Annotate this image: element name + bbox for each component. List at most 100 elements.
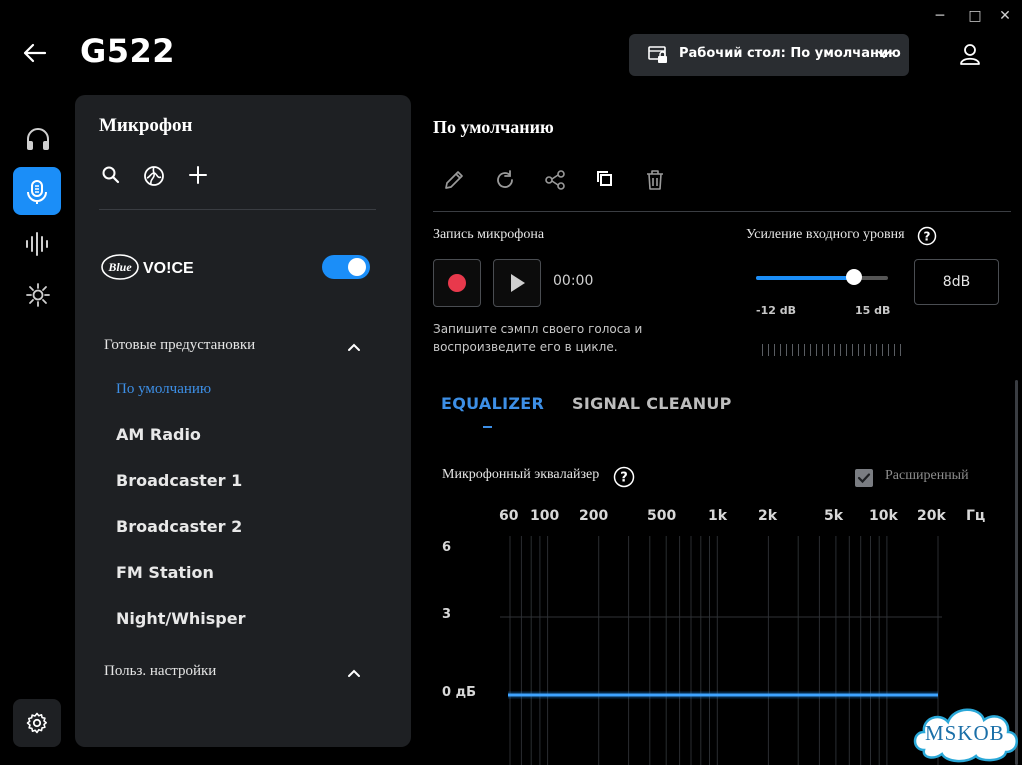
gear-icon <box>26 712 47 734</box>
meter-tick <box>870 344 871 356</box>
freq-label-1k: 1k <box>708 508 728 524</box>
settings-button[interactable] <box>13 699 61 747</box>
help-icon[interactable]: ? <box>613 466 635 488</box>
user-icon[interactable] <box>958 42 982 66</box>
preset-item-broadcaster-1[interactable]: Broadcaster 1 <box>116 471 242 490</box>
freq-label-10k: 10k <box>869 508 898 524</box>
freq-label-60: 60 <box>499 508 519 524</box>
recording-hint: Запишите сэмпл своего голоса и воспроизв… <box>433 322 643 354</box>
microphone-panel <box>75 95 411 747</box>
meter-tick <box>816 344 817 356</box>
toggle-knob <box>348 258 366 276</box>
community-presets-icon[interactable] <box>143 165 165 187</box>
gain-label: Усиление входного уровня <box>746 227 905 242</box>
close-button[interactable]: ✕ <box>995 6 1015 26</box>
copy-icon[interactable] <box>595 169 615 189</box>
rail-headphones[interactable] <box>13 115 61 163</box>
svg-text:?: ? <box>924 230 931 244</box>
panel-title: Микрофон <box>99 115 193 136</box>
input-level-meter <box>762 344 906 356</box>
meter-tick <box>792 344 793 356</box>
meter-tick <box>864 344 865 356</box>
desktop-lock-icon <box>648 46 667 63</box>
trash-icon[interactable] <box>645 169 665 191</box>
meter-tick <box>846 344 847 356</box>
arrow-left-icon <box>23 43 47 63</box>
record-button[interactable] <box>433 259 481 307</box>
search-icon[interactable] <box>101 165 121 185</box>
preset-item-default[interactable]: По умолчанию <box>116 381 211 398</box>
blue-voice-logo: Blue VO!CE <box>101 252 199 286</box>
meter-tick <box>840 344 841 356</box>
meter-tick <box>786 344 787 356</box>
maximize-button[interactable]: □ <box>965 6 985 26</box>
headphones-icon <box>27 128 49 150</box>
waveform-icon <box>26 232 48 256</box>
device-title: G522 <box>80 32 176 70</box>
preset-item-night-whisper[interactable]: Night/Whisper <box>116 609 245 628</box>
preset-item-broadcaster-2[interactable]: Broadcaster 2 <box>116 517 242 536</box>
minimize-button[interactable]: ─ <box>930 6 950 26</box>
rail-microphone[interactable] <box>13 167 61 215</box>
meter-tick <box>888 344 889 356</box>
meter-tick <box>774 344 775 356</box>
eq-grid <box>509 536 939 765</box>
checkmark-icon <box>857 473 871 484</box>
voice-brand-text: VO!CE <box>143 260 194 277</box>
meter-tick <box>834 344 835 356</box>
back-button[interactable] <box>22 40 48 72</box>
chevron-down-icon <box>878 51 890 59</box>
freq-label-5k: 5k <box>824 508 844 524</box>
meter-tick <box>852 344 853 356</box>
gain-value-text: 8dB <box>942 274 971 290</box>
meter-tick <box>858 344 859 356</box>
eq-graph[interactable] <box>500 536 945 765</box>
chevron-up-icon[interactable] <box>345 665 363 681</box>
plus-icon[interactable] <box>188 165 208 185</box>
eq-label: Микрофонный эквалайзер <box>442 467 600 482</box>
preset-item-fm-station[interactable]: FM Station <box>116 563 214 582</box>
freq-label-500: 500 <box>647 508 677 524</box>
help-icon[interactable]: ? <box>917 226 937 246</box>
gain-slider-handle[interactable] <box>846 269 862 285</box>
svg-text:?: ? <box>620 471 628 486</box>
meter-tick <box>804 344 805 356</box>
chevron-up-icon[interactable] <box>345 339 363 355</box>
preset-item-am-radio[interactable]: AM Radio <box>116 425 201 444</box>
share-icon[interactable] <box>544 169 566 191</box>
content-divider <box>433 211 1011 212</box>
active-tab-indicator <box>483 426 492 428</box>
panel-divider <box>99 209 376 210</box>
profile-dropdown[interactable]: Рабочий стол: По умолчанию <box>629 34 909 76</box>
sun-icon <box>26 283 50 307</box>
rail-sound-effects[interactable] <box>13 219 61 267</box>
gain-max-label: 15 dB <box>855 304 891 317</box>
reset-icon[interactable] <box>494 169 516 191</box>
gain-slider-fill <box>756 276 854 280</box>
play-button[interactable] <box>493 259 541 307</box>
eq-y-label-0: 0 дБ <box>442 685 476 700</box>
microphone-icon <box>27 180 47 204</box>
meter-tick <box>810 344 811 356</box>
meter-tick <box>894 344 895 356</box>
tab-signal-cleanup[interactable]: SIGNAL CLEANUP <box>572 394 732 413</box>
blue-voice-toggle[interactable] <box>322 255 370 279</box>
meter-tick <box>768 344 769 356</box>
record-icon <box>448 274 466 292</box>
presets-section-title: Готовые предустановки <box>104 337 256 353</box>
eq-y-label-6: 6 <box>442 540 452 555</box>
freq-unit-label: Гц <box>966 508 986 524</box>
tab-equalizer[interactable]: EQUALIZER <box>441 394 544 413</box>
eq-y-label-3: 3 <box>442 607 452 622</box>
rail-lighting[interactable] <box>13 270 61 318</box>
advanced-checkbox[interactable] <box>855 469 873 487</box>
watermark-text: MSKOB <box>925 721 1005 745</box>
meter-tick <box>882 344 883 356</box>
meter-tick <box>780 344 781 356</box>
freq-label-100: 100 <box>530 508 560 524</box>
gain-value-field[interactable]: 8dB <box>914 259 999 305</box>
profile-label: Рабочий стол: По умолчанию <box>679 46 901 61</box>
advanced-label: Расширенный <box>885 468 969 483</box>
pencil-icon[interactable] <box>443 169 465 191</box>
freq-label-2k: 2k <box>758 508 778 524</box>
